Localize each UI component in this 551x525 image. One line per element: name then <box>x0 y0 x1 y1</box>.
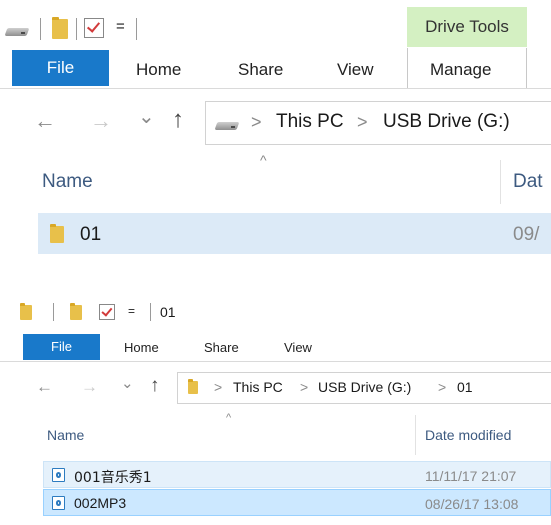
qat-separator <box>53 303 54 321</box>
media-file-icon <box>52 468 65 482</box>
media-file-icon <box>52 496 65 510</box>
breadcrumb-this-pc[interactable]: This PC <box>276 111 344 133</box>
back-button[interactable]: ← <box>36 377 53 397</box>
tab-file[interactable]: File <box>12 50 109 86</box>
column-header-name[interactable]: Name <box>42 171 93 193</box>
list-item[interactable] <box>38 213 551 254</box>
tab-file[interactable]: File <box>23 334 100 360</box>
breadcrumb-separator: > <box>438 379 447 395</box>
properties-check-icon[interactable] <box>84 18 104 38</box>
usb-drive-icon <box>6 22 28 36</box>
item-name: 01 <box>80 224 102 245</box>
column-divider <box>500 160 501 204</box>
ribbon-divider <box>0 88 551 89</box>
drive-tools-label: Drive Tools <box>425 17 509 36</box>
window-title: 01 <box>160 304 176 320</box>
breadcrumb-usb-drive[interactable]: USB Drive (G:) <box>318 379 411 395</box>
tab-share[interactable]: Share <box>238 60 283 80</box>
tab-view[interactable]: View <box>337 60 374 80</box>
file-name: 002MP3 <box>74 495 127 511</box>
sort-indicator-icon: ^ <box>260 152 267 168</box>
back-button[interactable]: ← <box>34 108 56 134</box>
breadcrumb-separator: > <box>251 112 262 132</box>
qat-separator <box>150 303 151 321</box>
column-header-date[interactable]: Dat <box>513 171 543 193</box>
breadcrumb-separator: > <box>214 379 223 395</box>
column-header-date[interactable]: Date modified <box>425 427 511 443</box>
recent-locations-button[interactable]: ⌄ <box>121 374 134 392</box>
file-date: 08/26/17 13:08 <box>425 496 519 512</box>
tab-share[interactable]: Share <box>204 340 239 355</box>
sort-indicator-icon: ^ <box>226 412 232 424</box>
breadcrumb-folder[interactable]: 01 <box>457 379 473 395</box>
folder-window-icon <box>20 303 32 320</box>
breadcrumb-this-pc[interactable]: This PC <box>233 379 283 395</box>
qat-separator <box>136 18 137 40</box>
recent-locations-button[interactable]: ⌄ <box>138 104 155 129</box>
folder-icon <box>188 379 198 394</box>
tab-manage-label: Manage <box>430 60 492 79</box>
folder-icon <box>50 224 64 243</box>
qat-separator <box>40 18 41 40</box>
column-divider <box>415 415 416 455</box>
up-button[interactable]: ↑ <box>172 106 184 134</box>
ribbon-divider <box>0 361 551 362</box>
file-name: 001音乐秀1 <box>74 470 152 486</box>
forward-button[interactable]: → <box>90 108 112 134</box>
breadcrumb-separator: > <box>300 379 309 395</box>
breadcrumb-usb-drive[interactable]: USB Drive (G:) <box>383 111 510 133</box>
tab-view[interactable]: View <box>284 340 312 355</box>
file-date: 11/11/17 21:07 <box>425 468 517 484</box>
properties-check-icon[interactable] <box>99 304 115 320</box>
tab-home[interactable]: Home <box>136 60 181 80</box>
forward-button[interactable]: → <box>81 377 98 397</box>
breadcrumb-separator: > <box>357 112 368 132</box>
usb-drive-icon <box>216 116 238 130</box>
up-button[interactable]: ↑ <box>150 375 160 397</box>
tab-home[interactable]: Home <box>124 340 159 355</box>
qat-dropdown-icon[interactable]: = <box>128 304 135 318</box>
qat-dropdown-icon[interactable]: = <box>116 18 125 35</box>
qat-separator <box>76 18 77 40</box>
new-folder-icon[interactable] <box>52 17 68 39</box>
new-folder-icon[interactable] <box>70 303 82 320</box>
column-header-name[interactable]: Name <box>47 427 84 443</box>
item-date: 09/ <box>513 224 540 245</box>
